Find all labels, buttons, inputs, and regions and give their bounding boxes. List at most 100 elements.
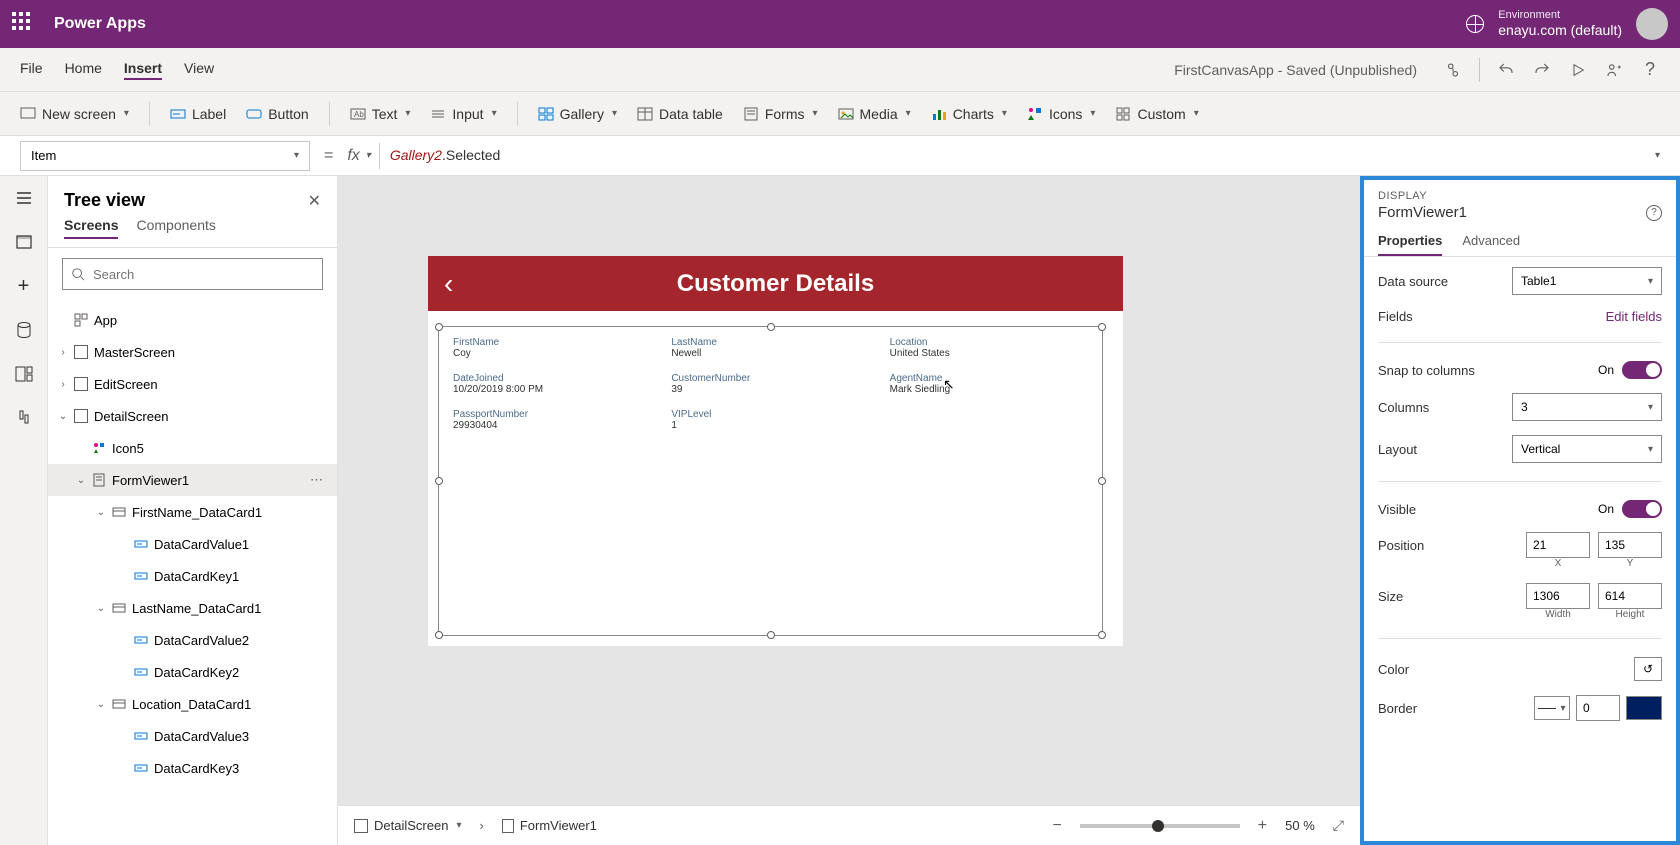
gallery-dropdown[interactable]: Gallery▾ [538, 106, 617, 122]
data-icon[interactable] [14, 320, 34, 340]
tab-components[interactable]: Components [136, 217, 215, 239]
tree-item-datacardkey3[interactable]: DataCardKey3 [48, 752, 337, 784]
edit-fields-link[interactable]: Edit fields [1606, 309, 1662, 324]
share-icon[interactable] [1604, 60, 1624, 80]
breadcrumb-screen[interactable]: DetailScreen ▾ [354, 818, 461, 833]
data-source-select[interactable]: Table1▾ [1512, 267, 1662, 295]
app-launcher-icon[interactable] [12, 12, 36, 36]
tree-item-datacardvalue3[interactable]: DataCardValue3 [48, 720, 337, 752]
play-icon[interactable] [1568, 60, 1588, 80]
tree-item-firstname-card[interactable]: ⌄ FirstName_DataCard1 [48, 496, 337, 528]
zoom-out-button[interactable]: − [1052, 817, 1061, 835]
tree-item-lastname-card[interactable]: ⌄ LastName_DataCard1 [48, 592, 337, 624]
tree-search[interactable] [62, 258, 323, 290]
environment-picker[interactable]: Environment enayu.com (default) [1498, 9, 1622, 39]
form-field[interactable]: CustomerNumber39 [671, 373, 869, 401]
tree-item-icon5[interactable]: Icon5 [48, 432, 337, 464]
breadcrumb-control[interactable]: FormViewer1 [502, 818, 597, 833]
fit-to-window-icon[interactable]: ⤢ [1333, 817, 1344, 834]
advanced-tools-icon[interactable] [14, 408, 34, 428]
form-viewer-selection[interactable]: FirstNameCoy LastNameNewell LocationUnited… [438, 326, 1103, 636]
icons-dropdown[interactable]: Icons▾ [1027, 106, 1096, 122]
tree-item-datacardvalue2[interactable]: DataCardValue2 [48, 624, 337, 656]
resize-handle[interactable] [767, 323, 775, 331]
tree-item-datacardkey2[interactable]: DataCardKey2 [48, 656, 337, 688]
media-panel-icon[interactable] [14, 364, 34, 384]
form-field[interactable]: DateJoined10/20/2019 8:00 PM [453, 373, 651, 401]
back-arrow-icon[interactable]: ‹ [444, 268, 453, 300]
tab-advanced[interactable]: Advanced [1462, 233, 1520, 256]
color-reset-button[interactable]: ↺ [1634, 657, 1662, 681]
environment-name: enayu.com (default) [1498, 22, 1622, 39]
design-canvas[interactable]: ‹ Customer Details FirstNameCoyLastNameN… [338, 176, 1360, 845]
forms-dropdown[interactable]: Forms▾ [743, 106, 818, 122]
tab-screens[interactable]: Screens [64, 217, 118, 239]
app-checker-icon[interactable] [1443, 60, 1463, 80]
custom-dropdown[interactable]: Custom▾ [1115, 106, 1198, 122]
menu-view[interactable]: View [184, 60, 214, 80]
new-screen-button[interactable]: New screen▾ [20, 106, 129, 122]
menu-insert[interactable]: Insert [124, 60, 162, 80]
form-field[interactable]: PassportNumber29930404 [453, 409, 651, 437]
input-dropdown[interactable]: Input▾ [430, 106, 496, 122]
visible-toggle[interactable] [1622, 500, 1662, 518]
hamburger-icon[interactable] [14, 188, 34, 208]
resize-handle[interactable] [1098, 323, 1106, 331]
width-input[interactable] [1526, 583, 1590, 609]
property-selector[interactable]: Item ▾ [20, 141, 310, 171]
columns-select[interactable]: 3▾ [1512, 393, 1662, 421]
formula-input[interactable]: Gallery2.Selected [390, 147, 1645, 164]
resize-handle[interactable] [1098, 631, 1106, 639]
label-button[interactable]: Label [170, 106, 226, 122]
tree-item-datacardvalue1[interactable]: DataCardValue1 [48, 528, 337, 560]
formula-expand-icon[interactable]: ▾ [1655, 150, 1660, 161]
resize-handle[interactable] [767, 631, 775, 639]
menu-file[interactable]: File [20, 60, 43, 80]
tree-item-formviewer1[interactable]: ⌄ FormViewer1 ⋯ [48, 464, 337, 496]
undo-icon[interactable] [1496, 60, 1516, 80]
menu-home[interactable]: Home [65, 60, 102, 80]
form-field[interactable]: FirstNameCoy [453, 337, 651, 365]
media-dropdown[interactable]: Media▾ [838, 106, 911, 122]
detail-screen-surface[interactable]: ‹ Customer Details FirstNameCoyLastNameN… [428, 256, 1123, 646]
form-field[interactable]: AgentNameMark Siedling [890, 373, 1088, 401]
resize-handle[interactable] [435, 631, 443, 639]
height-input[interactable] [1598, 583, 1662, 609]
fx-icon[interactable]: fx▾ [347, 147, 370, 165]
text-dropdown[interactable]: Ab Text▾ [350, 106, 411, 122]
more-icon[interactable]: ⋯ [310, 472, 325, 488]
tree-item-datacardkey1[interactable]: DataCardKey1 [48, 560, 337, 592]
resize-handle[interactable] [1098, 477, 1106, 485]
border-color-swatch[interactable] [1626, 696, 1662, 720]
border-style-select[interactable]: ▾ [1534, 696, 1570, 720]
resize-handle[interactable] [435, 477, 443, 485]
help-icon[interactable]: ? [1640, 60, 1660, 80]
zoom-in-button[interactable]: + [1258, 817, 1267, 835]
layout-select[interactable]: Vertical▾ [1512, 435, 1662, 463]
form-field[interactable]: VIPLevel1 [671, 409, 869, 437]
tree-item-masterscreen[interactable]: › MasterScreen [48, 336, 337, 368]
position-y-input[interactable] [1598, 532, 1662, 558]
tab-properties[interactable]: Properties [1378, 233, 1442, 256]
resize-handle[interactable] [435, 323, 443, 331]
position-x-input[interactable] [1526, 532, 1590, 558]
redo-icon[interactable] [1532, 60, 1552, 80]
data-table-button[interactable]: Data table [637, 106, 723, 122]
search-input[interactable] [93, 267, 314, 282]
tree-item-app[interactable]: App [48, 304, 337, 336]
button-button[interactable]: Button [246, 106, 308, 122]
zoom-slider[interactable] [1080, 824, 1240, 828]
form-field[interactable]: LastNameNewell [671, 337, 869, 365]
tree-item-location-card[interactable]: ⌄ Location_DataCard1 [48, 688, 337, 720]
close-icon[interactable]: ✕ [308, 191, 321, 211]
user-avatar[interactable] [1636, 8, 1668, 40]
tree-item-editscreen[interactable]: › EditScreen [48, 368, 337, 400]
form-field[interactable]: LocationUnited States [890, 337, 1088, 365]
tree-item-detailscreen[interactable]: ⌄ DetailScreen [48, 400, 337, 432]
tree-view-icon[interactable] [14, 232, 34, 252]
charts-dropdown[interactable]: Charts▾ [931, 106, 1007, 122]
border-width-input[interactable] [1576, 695, 1620, 721]
snap-toggle[interactable] [1622, 361, 1662, 379]
info-icon[interactable]: ? [1646, 205, 1662, 221]
add-icon[interactable]: + [14, 276, 34, 296]
